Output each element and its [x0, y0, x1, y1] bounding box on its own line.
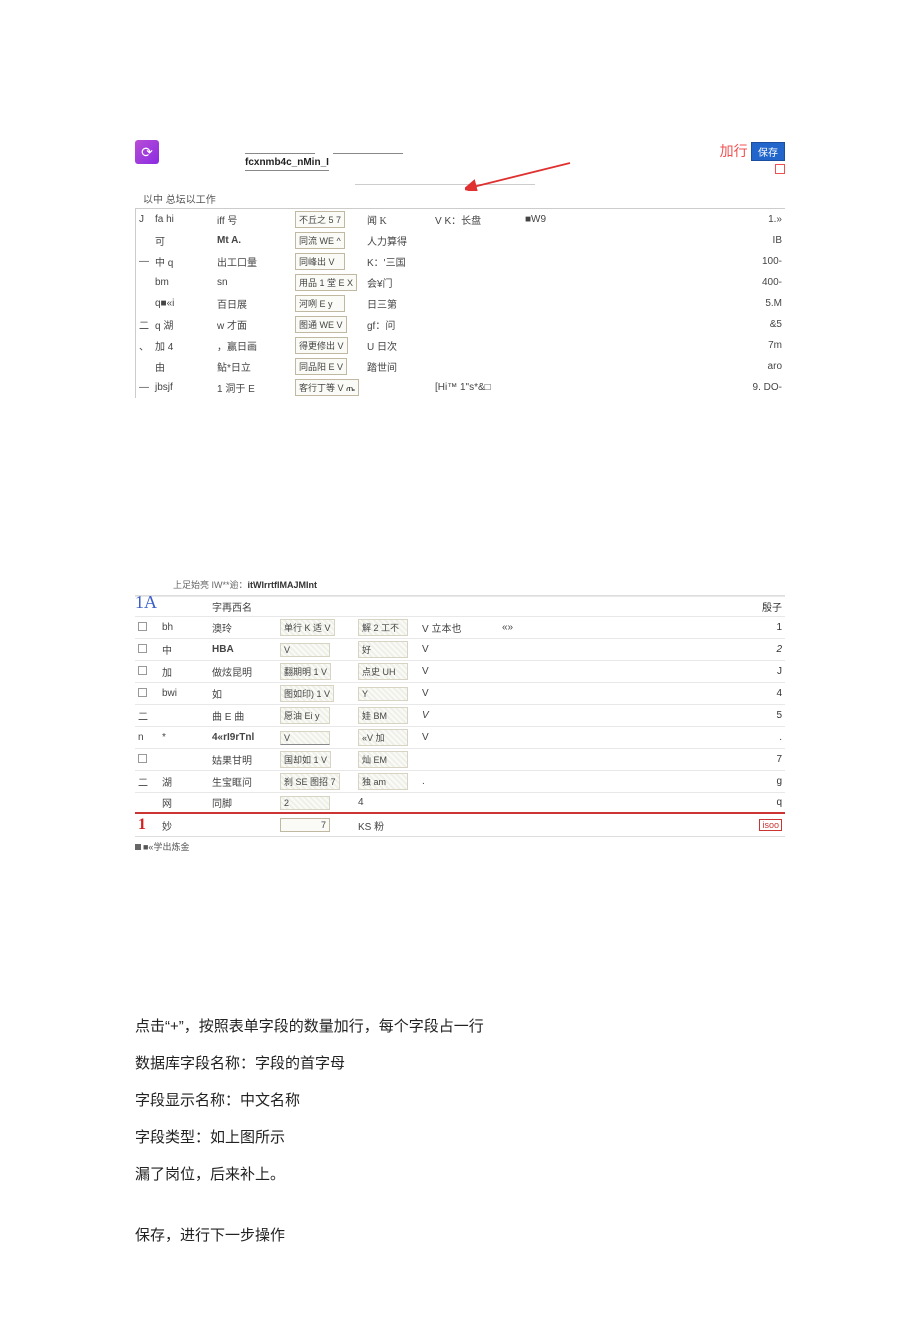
screenshot-2: 上足始亮 IW**逾：itWIrrtfIMAJMInt 1A 字再西名 殷子: [135, 578, 785, 853]
select-cell[interactable]: 图通 WE V: [295, 316, 347, 333]
table-row: q■«i 百日展 河咧 E y 日三第 5.M: [136, 293, 785, 314]
instr-line: 数据库字段名称：字段的首字母: [135, 1050, 785, 1077]
select-cell[interactable]: 同品阳 E V: [295, 358, 347, 375]
screenshot-1: 加行 保存 fcxnmb4c_nMin_I: [135, 140, 785, 398]
table-row: 中 HBA V 好 V 2: [135, 639, 785, 661]
meta-line: 以中 总坛以工作: [143, 191, 785, 206]
select-cell[interactable]: 得更修出 V: [295, 337, 348, 354]
instr-line: 保存，进行下一步操作: [135, 1222, 785, 1249]
select-cell[interactable]: V: [280, 643, 330, 657]
table-footer-row: 1 妙 7 KS 粉 isoo: [135, 813, 785, 836]
select-cell[interactable]: 单行 K 适 V: [280, 619, 335, 636]
table-row: bm sn 用品 1 堂 E X 会¥门 400-: [136, 272, 785, 293]
marker-1A: 1A: [135, 592, 157, 613]
search-strip[interactable]: [355, 171, 535, 185]
table-row: 、 加 4 ，赢日画 得更修出 V U 日次 7m: [136, 335, 785, 356]
table-header: 字再西名 殷子: [135, 597, 785, 617]
table-row: 二 曲 E 曲 愿油 Ei y 娃 BM V 5: [135, 705, 785, 727]
table-row: bwi 如 图如印) 1 V Y V 4: [135, 683, 785, 705]
table-row: J fa hi iff 号 不丘之 5 7 闻 K V K：长盘 ■W9 1.»: [136, 209, 785, 230]
table-row: bh 澳玲 单行 K 适 V 解 2 工不 V 立本也 «» 1: [135, 617, 785, 639]
table-2: 字再西名 殷子 bh 澳玲 单行 K 适 V 解 2 工不 V 立本也 «»: [135, 596, 785, 836]
red-marker: 1: [138, 816, 146, 833]
table-row: 二 q 湖 w 才面 图通 WE V gf：问 &5: [136, 314, 785, 335]
instr-line: 字段类型：如上图所示: [135, 1124, 785, 1151]
footnote: ■«学出炼金: [135, 840, 785, 853]
table-row: n * 4«rI9rTnl V «V 加 V .: [135, 727, 785, 749]
select-cell[interactable]: 用品 1 堂 E X: [295, 274, 357, 291]
select-cell[interactable]: 客行丁等 V ጤ: [295, 379, 359, 396]
select-cell[interactable]: 河咧 E y: [295, 295, 345, 312]
table-row: 二 湖 生宝眶问 刹 SE 图招 7 独 am . g: [135, 771, 785, 793]
row-check[interactable]: J: [136, 209, 152, 230]
table-row: 姑果甘明 国却如 1 V 灿 EM 7: [135, 749, 785, 771]
select-cell[interactable]: 翻期明 1 V: [280, 663, 331, 680]
table-row: 加 做炫昆明 翻期明 1 V 点史 UH V J: [135, 661, 785, 683]
instr-line: 字段显示名称：中文名称: [135, 1087, 785, 1114]
red-tag: isoo: [759, 819, 782, 831]
select-cell[interactable]: 刹 SE 图招 7: [280, 773, 340, 790]
instructions: 点击“+”，按照表单字段的数量加行，每个字段占一行 数据库字段名称：字段的首字母…: [135, 1013, 785, 1249]
table-1: J fa hi iff 号 不丘之 5 7 闻 K V K：长盘 ■W9 1.»…: [136, 209, 785, 398]
underline-field-1[interactable]: [245, 140, 315, 154]
select-cell[interactable]: 同峰出 V: [295, 253, 345, 270]
form-id-label: fcxnmb4c_nMin_I: [245, 155, 329, 171]
caption: 上足始亮 IW**逾：itWIrrtfIMAJMInt: [173, 578, 785, 591]
underline-field-2[interactable]: [333, 140, 403, 154]
select-cell[interactable]: 不丘之 5 7: [295, 211, 345, 228]
select-cell[interactable]: 国却如 1 V: [280, 751, 331, 768]
table-row: 可 Mt A. 同流 WE ^ 人力算得 IB: [136, 230, 785, 251]
select-cell[interactable]: 同流 WE ^: [295, 232, 345, 249]
select-cell[interactable]: 图如印) 1 V: [280, 685, 334, 702]
table-row: 网 同脚 2 4 q: [135, 793, 785, 814]
app-icon: [135, 140, 159, 164]
instr-line: 漏了岗位，后来补上。: [135, 1161, 785, 1188]
table-row: — 中 q 出工口量 同峰出 V K：'三国 100-: [136, 251, 785, 272]
select-cell[interactable]: 愿油 Ei y: [280, 707, 330, 724]
table-row: 由 鲇*日立 同品阳 E V 踏世间 aro: [136, 356, 785, 377]
instr-line: 点击“+”，按照表单字段的数量加行，每个字段占一行: [135, 1013, 785, 1040]
select-cell[interactable]: V: [280, 731, 330, 745]
table-row: — jbsjf 1 洞于 E 客行丁等 V ጤ [Hi™ 1"s*&□ 9. D…: [136, 377, 785, 398]
